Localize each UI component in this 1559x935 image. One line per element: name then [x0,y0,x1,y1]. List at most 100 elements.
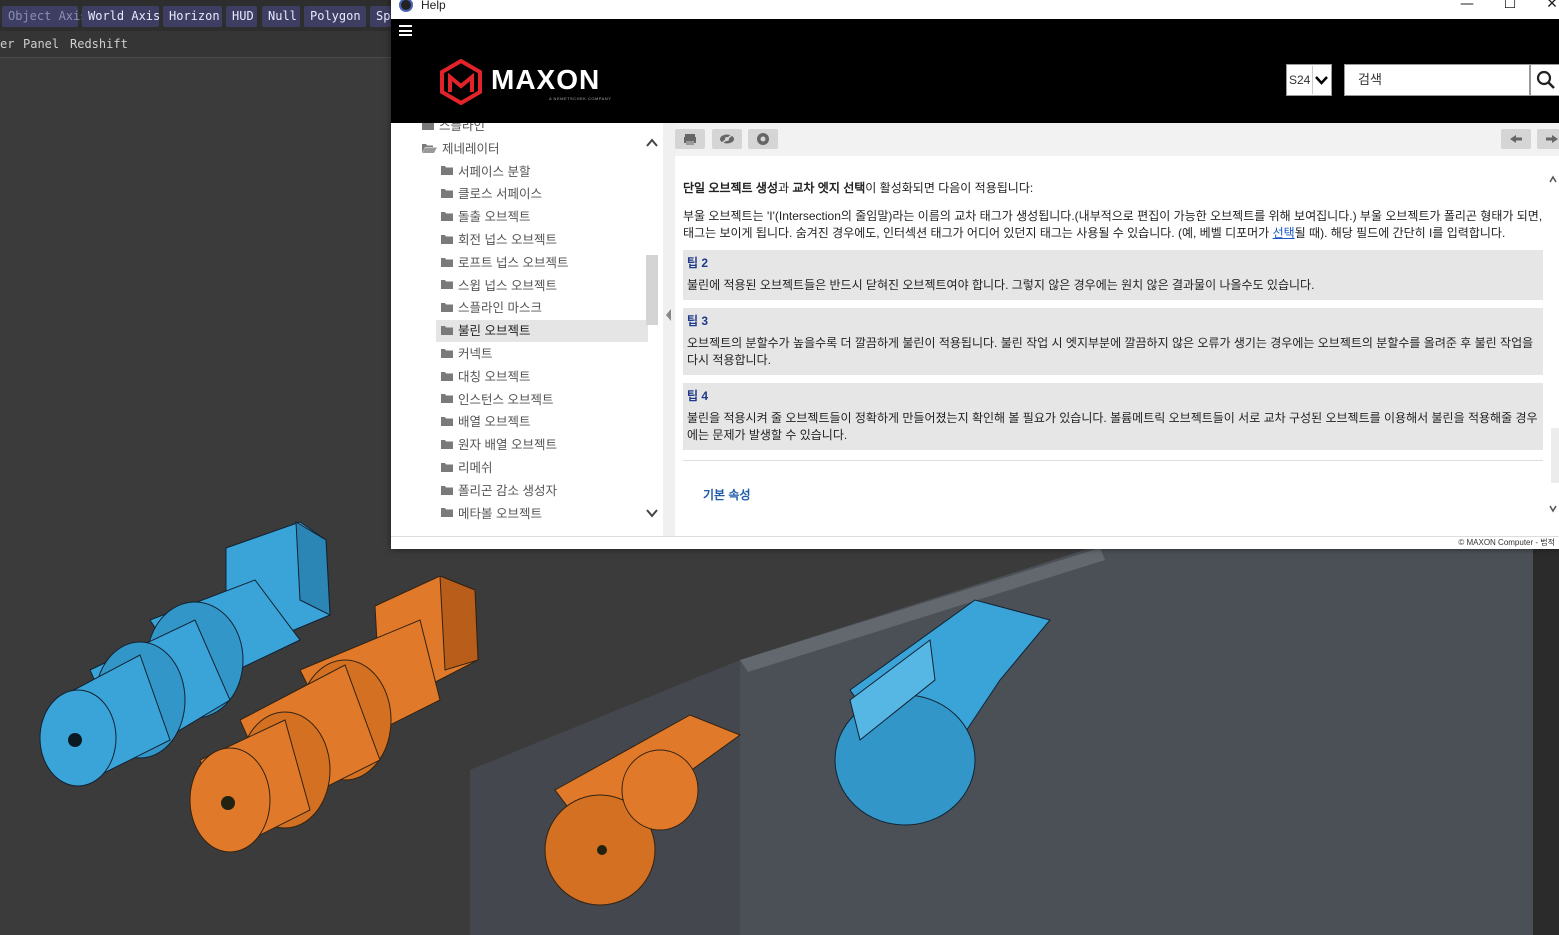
menu-render[interactable]: er [0,37,14,51]
help-content: 단일 오브젝트 생성과 교차 엣지 선택이 활성화되면 다음이 적용됩니다: 부… [675,123,1559,536]
folder-icon [440,389,454,411]
close-button[interactable]: ✕ [1529,0,1559,14]
selection-link[interactable]: 선택 [1273,226,1295,240]
minimize-button[interactable]: — [1444,0,1490,14]
toc-item[interactable]: 리메쉬 [436,457,648,479]
toc-item[interactable]: 메타볼 오브젝트 [436,503,648,525]
sidebar-collapse-handle[interactable] [663,123,675,536]
toc-item[interactable]: 회전 넙스 오브젝트 [436,229,648,251]
folder-icon [440,207,454,229]
version-value: S24 [1289,73,1311,87]
web-button[interactable] [748,129,778,149]
toc-item-label: 스플라인 [439,123,486,133]
tip-text: 오브젝트의 분할수가 높을수록 더 깔끔하게 불린이 적용됩니다. 불린 작업 … [687,336,1534,367]
brand-header: MAXON A NEMETSCHEK COMPANY S24 검색 [391,43,1559,123]
content-scrollbar-thumb[interactable] [1551,428,1559,483]
toc-item[interactable]: 대칭 오브젝트 [436,366,648,388]
object-axis-button[interactable]: Object Axis [2,6,87,27]
printer-icon [684,134,696,145]
brand-tagline: A NEMETSCHEK COMPANY [549,96,612,101]
menu-panel[interactable]: Panel [23,37,59,51]
globe-icon [757,133,769,145]
menu-redshift[interactable]: Redshift [70,37,128,51]
search-button[interactable] [1530,64,1559,96]
toc-item-label: 불린 오브젝트 [458,324,531,339]
forward-button[interactable] [1537,129,1559,149]
toc-item-label: 스플라인 마스크 [458,301,542,316]
maximize-button[interactable]: ☐ [1487,0,1533,14]
intro-rest: 이 활성화되면 다음이 적용됩니다: [865,181,1034,195]
intersection-tag-paragraph: 부울 오브젝트는 'I'(Intersection의 줄임말)라는 이름의 교차… [683,208,1543,242]
chevron-up-icon[interactable] [644,135,660,149]
section-basic-properties[interactable]: 기본 속성 [703,486,1543,503]
null-button[interactable]: Null [262,6,300,27]
toc-item[interactable]: 로프트 넙스 오브젝트 [436,252,648,274]
maxon-logo-icon [440,59,482,105]
toc-item[interactable]: 불린 오브젝트 [436,320,648,343]
toggle-highlight-button[interactable] [712,129,742,149]
folder-icon [440,161,454,183]
toc-item-label: 스윕 넙스 오브젝트 [458,278,557,293]
toc-item[interactable]: 인스턴스 오브젝트 [436,389,648,411]
folder-open-icon [421,139,438,161]
toc-item-label: 메타볼 오브젝트 [458,506,542,521]
world-axis-button[interactable]: World Axis [82,6,160,27]
toc-item[interactable]: 돌출 오브젝트 [436,206,648,228]
tip-box: 팁 3 오브젝트의 분할수가 높을수록 더 깔끔하게 불린이 적용됩니다. 불린… [683,308,1543,375]
toc-item-label: 로프트 넙스 오브젝트 [458,255,569,270]
folder-icon [440,412,454,434]
hamburger-menu-icon[interactable] [399,25,412,36]
intro-connector: 과 [778,181,793,195]
nav-bar [391,19,1559,43]
toc-item[interactable]: 스윕 넙스 오브젝트 [436,275,648,297]
title-bar[interactable]: Help — ☐ ✕ [391,0,1559,19]
folder-icon [440,481,454,503]
toc-item[interactable]: 클로스 서페이스 [436,183,648,205]
c4d-menubar: er Panel Redshift [0,31,395,58]
toc-item[interactable]: 배열 오브젝트 [436,411,648,433]
hud-button[interactable]: HUD [226,6,257,27]
toc-item-label: 원자 배열 오브젝트 [458,438,557,453]
chevron-down-icon[interactable] [644,505,660,519]
search-input[interactable]: 검색 [1344,64,1530,96]
tip-title: 팁 2 [687,256,709,270]
print-button[interactable] [675,129,705,149]
toc-item[interactable]: 스플라인 마스크 [436,297,648,319]
c4d-toolbar: Object Axis World Axis Horizon HUD Null … [0,0,395,31]
folder-icon [440,230,454,252]
article-body: 단일 오브젝트 생성과 교차 엣지 선택이 활성화되면 다음이 적용됩니다: 부… [683,180,1543,503]
toc-item-label: 클로스 서페이스 [458,187,542,202]
toc-item-label: 리메쉬 [458,461,493,475]
tip-title: 팁 4 [687,389,709,403]
sidebar-scrollbar-thumb[interactable] [646,255,658,325]
chevron-down-icon [1312,66,1330,94]
toc-item[interactable]: 커넥트 [436,343,648,365]
copyright-text: © MAXON Computer - 법적 [1458,538,1555,547]
folder-icon [440,367,454,389]
horizon-button[interactable]: Horizon [163,6,222,27]
back-button[interactable] [1501,129,1531,149]
toc-item[interactable]: 스플라인 [421,123,641,137]
polygon-button[interactable]: Polygon [304,6,366,27]
tip-title: 팁 3 [687,314,709,328]
maxon-logo[interactable]: MAXON A NEMETSCHEK COMPANY [439,59,619,105]
intro-paragraph: 단일 오브젝트 생성과 교차 엣지 선택이 활성화되면 다음이 적용됩니다: [683,180,1543,197]
toc-item[interactable]: 서페이스 분할 [436,161,648,183]
folder-icon [421,123,435,138]
toc-item-label: 서페이스 분할 [458,164,531,179]
toc-item-label: 배열 오브젝트 [458,415,531,430]
right-panel-strip [1533,549,1559,935]
toc-item[interactable]: 원자 배열 오브젝트 [436,434,648,456]
tip-text: 불린에 적용된 오브젝트들은 반드시 닫혀진 오브젝트여야 합니다. 그렇지 않… [687,278,1315,292]
footer: © MAXON Computer - 법적 [391,536,1559,549]
toc-item[interactable]: 제네레이터 [421,138,641,160]
version-select[interactable]: S24 [1286,64,1332,96]
tip-box: 팁 4 불린을 적용시켜 줄 오브젝트들이 정확하게 만들어졌는지 확인해 볼 … [683,383,1543,450]
folder-icon [440,458,454,480]
folder-icon [440,298,454,320]
brand-name: MAXON [491,64,601,95]
toc-item[interactable]: 폴리곤 감소 생성자 [436,480,648,502]
window-title: Help [421,0,446,12]
cinema4d-app-icon [399,0,413,12]
toc-item-label: 인스턴스 오브젝트 [458,392,554,407]
